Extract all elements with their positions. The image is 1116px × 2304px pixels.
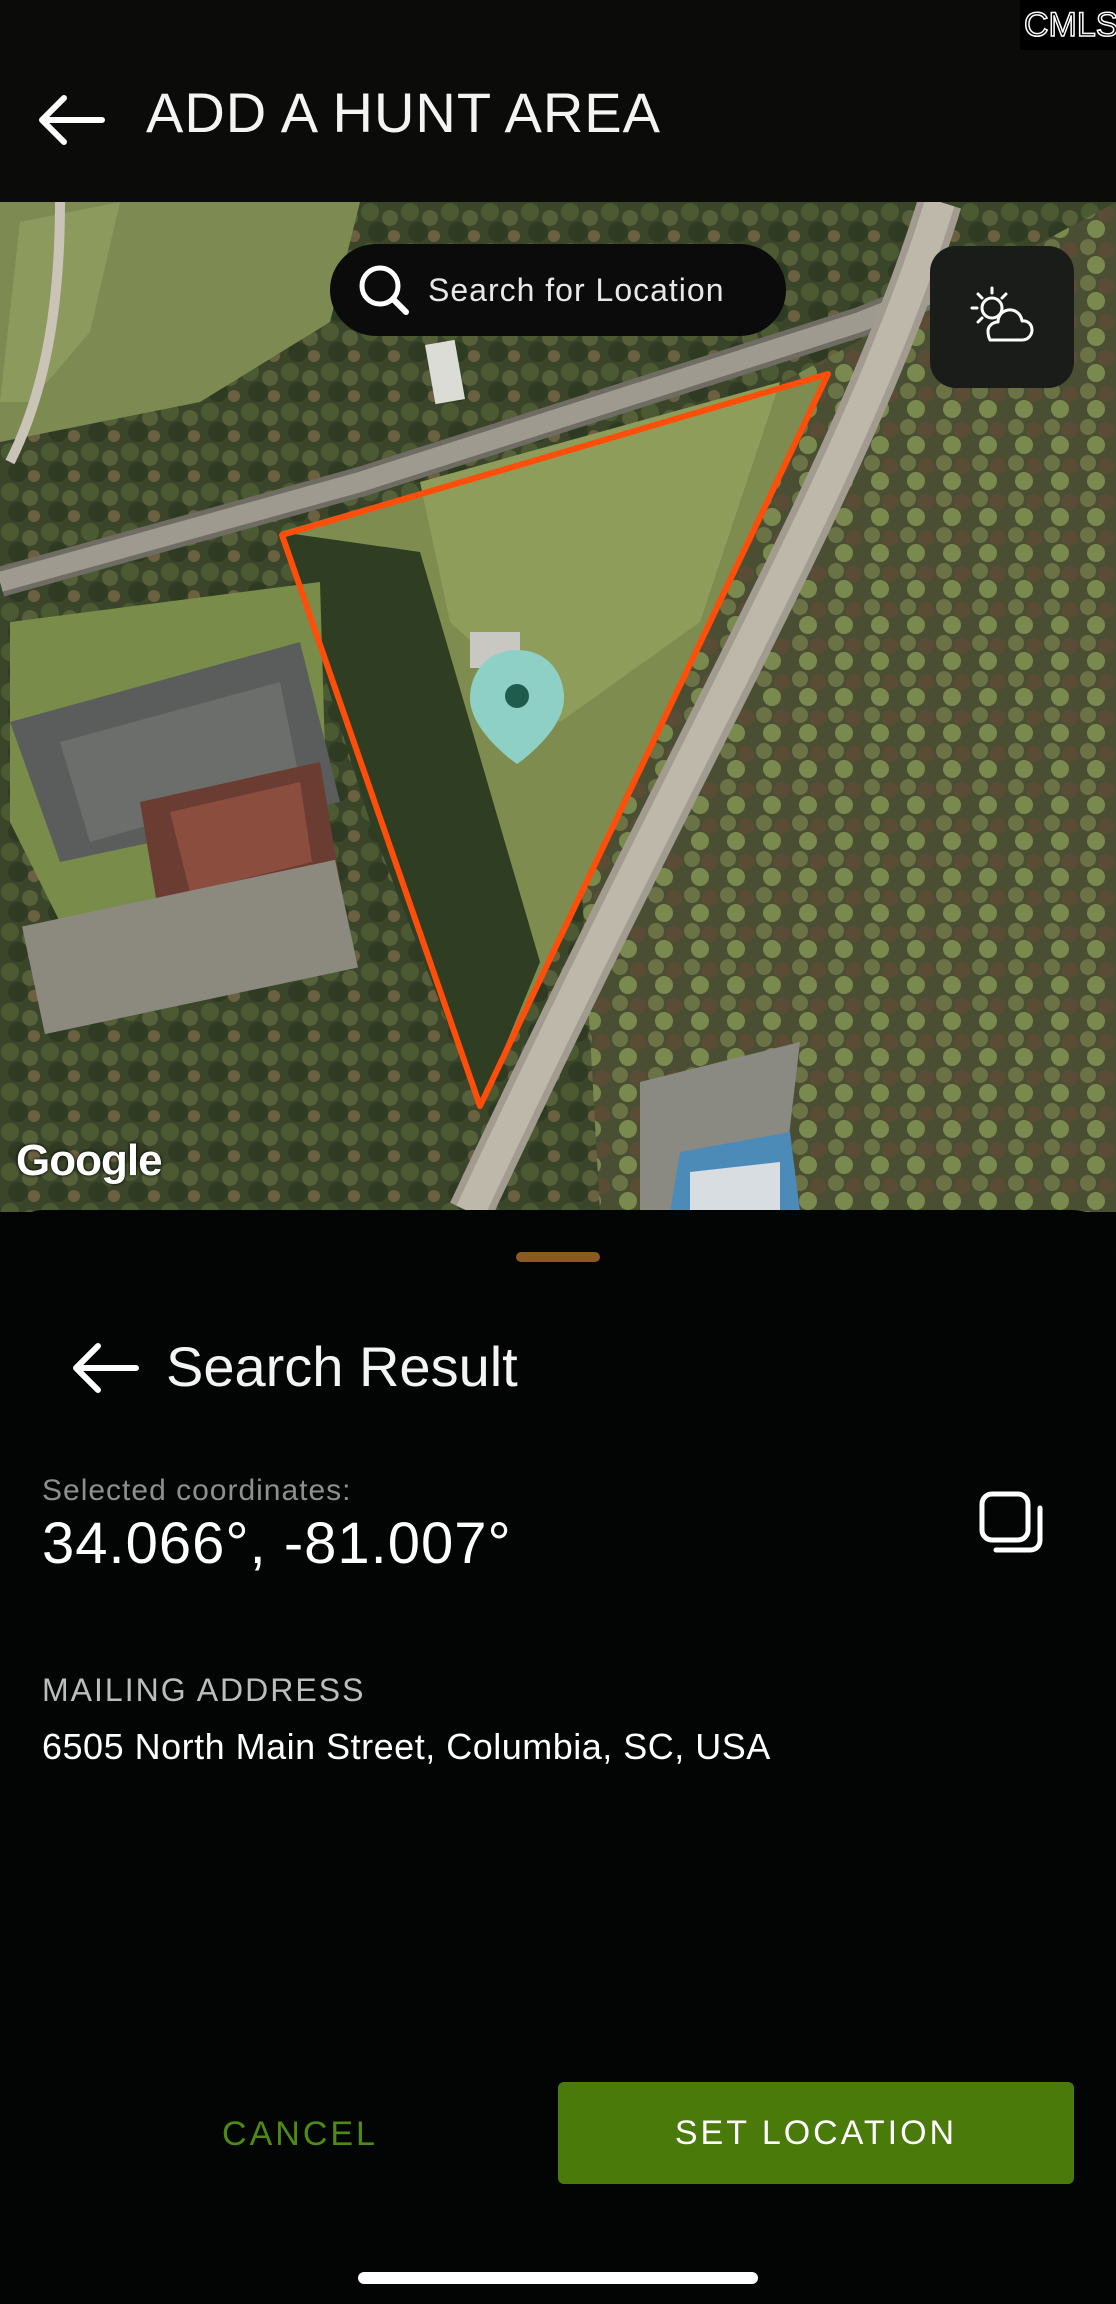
map-attribution: Google	[16, 1136, 163, 1185]
location-search[interactable]: Search for Location	[330, 244, 786, 336]
weather-button[interactable]	[930, 246, 1074, 388]
arrow-left-icon[interactable]	[36, 92, 106, 148]
search-placeholder: Search for Location	[428, 271, 725, 308]
coordinates-value: 34.066°, -81.007°	[42, 1511, 512, 1576]
watermark-logo: CMLS	[1023, 5, 1116, 45]
partly-cloudy-icon	[970, 286, 1034, 342]
search-icon	[359, 265, 409, 315]
copy-icon[interactable]	[976, 1488, 1048, 1560]
cmls-watermark: CMLS	[1020, 0, 1116, 50]
coordinates-label: Selected coordinates:	[42, 1474, 352, 1507]
home-indicator[interactable]	[358, 2272, 758, 2284]
page-title: ADD A HUNT AREA	[146, 81, 662, 144]
set-location-button[interactable]: SET LOCATION	[558, 2082, 1074, 2184]
mailing-address-label: MAILING ADDRESS	[42, 1672, 366, 1708]
svg-text:CMLS: CMLS	[1024, 6, 1116, 44]
sheet-drag-handle[interactable]	[516, 1252, 600, 1262]
cancel-button[interactable]: CANCEL	[120, 2082, 480, 2186]
mailing-address-value: 6505 North Main Street, Columbia, SC, US…	[42, 1726, 771, 1767]
arrow-left-icon[interactable]	[70, 1340, 140, 1396]
sheet-title: Search Result	[166, 1335, 518, 1398]
app-header: ADD A HUNT AREA	[0, 0, 1116, 202]
